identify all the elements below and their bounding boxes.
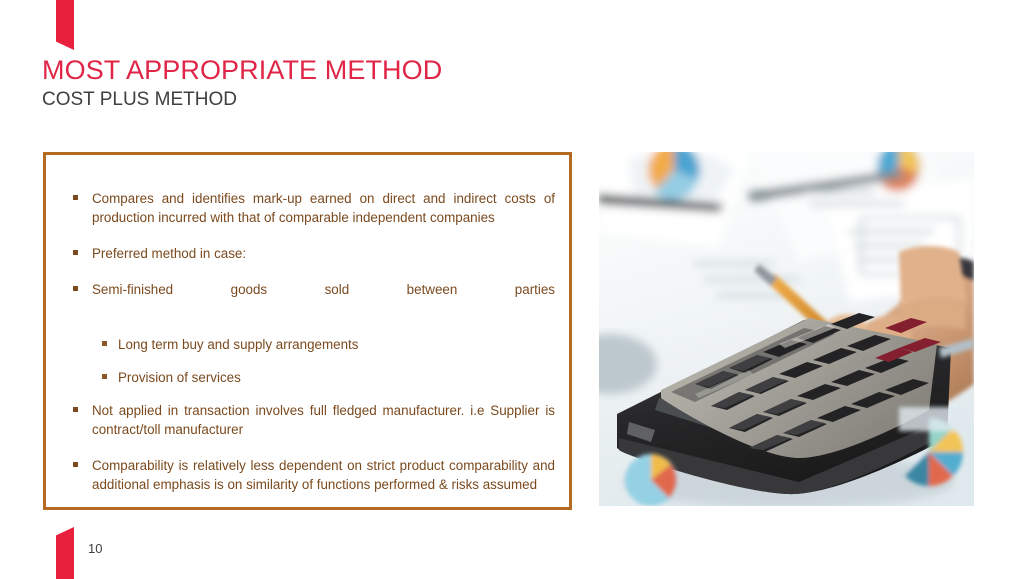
list-item: Comparability is relatively less depende… (60, 456, 555, 494)
calculator-photo (599, 152, 974, 506)
list-item: Provision of services (60, 368, 555, 387)
content-box: Compares and identifies mark-up earned o… (43, 152, 572, 510)
list-item: Compares and identifies mark-up earned o… (60, 189, 555, 227)
bullet-list: Compares and identifies mark-up earned o… (60, 189, 555, 494)
page-number: 10 (88, 541, 103, 556)
bullet-text: Semi-finished goods sold between parties (92, 282, 555, 297)
bullet-text: Compares and identifies mark-up earned o… (92, 191, 555, 225)
list-item: Preferred method in case: (60, 244, 555, 263)
ribbon-accent-top (56, 0, 74, 50)
list-item: Semi-finished goods sold between parties (60, 280, 555, 318)
ribbon-accent-bottom (56, 527, 74, 579)
calculator-photo-illustration (599, 152, 974, 506)
bullet-text: Comparability is relatively less depende… (92, 458, 555, 492)
bullet-text: Long term buy and supply arrangements (118, 337, 359, 352)
list-item: Long term buy and supply arrangements (60, 335, 555, 354)
title-block: MOST APPROPRIATE METHOD COST PLUS METHOD (42, 54, 682, 112)
bullet-text: Provision of services (118, 370, 241, 385)
bullet-text: Not applied in transaction involves full… (92, 403, 555, 437)
bullet-text: Preferred method in case: (92, 246, 247, 261)
page-subtitle: COST PLUS METHOD (42, 89, 237, 110)
list-item: Not applied in transaction involves full… (60, 401, 555, 439)
page-title: MOST APPROPRIATE METHOD (42, 55, 443, 85)
